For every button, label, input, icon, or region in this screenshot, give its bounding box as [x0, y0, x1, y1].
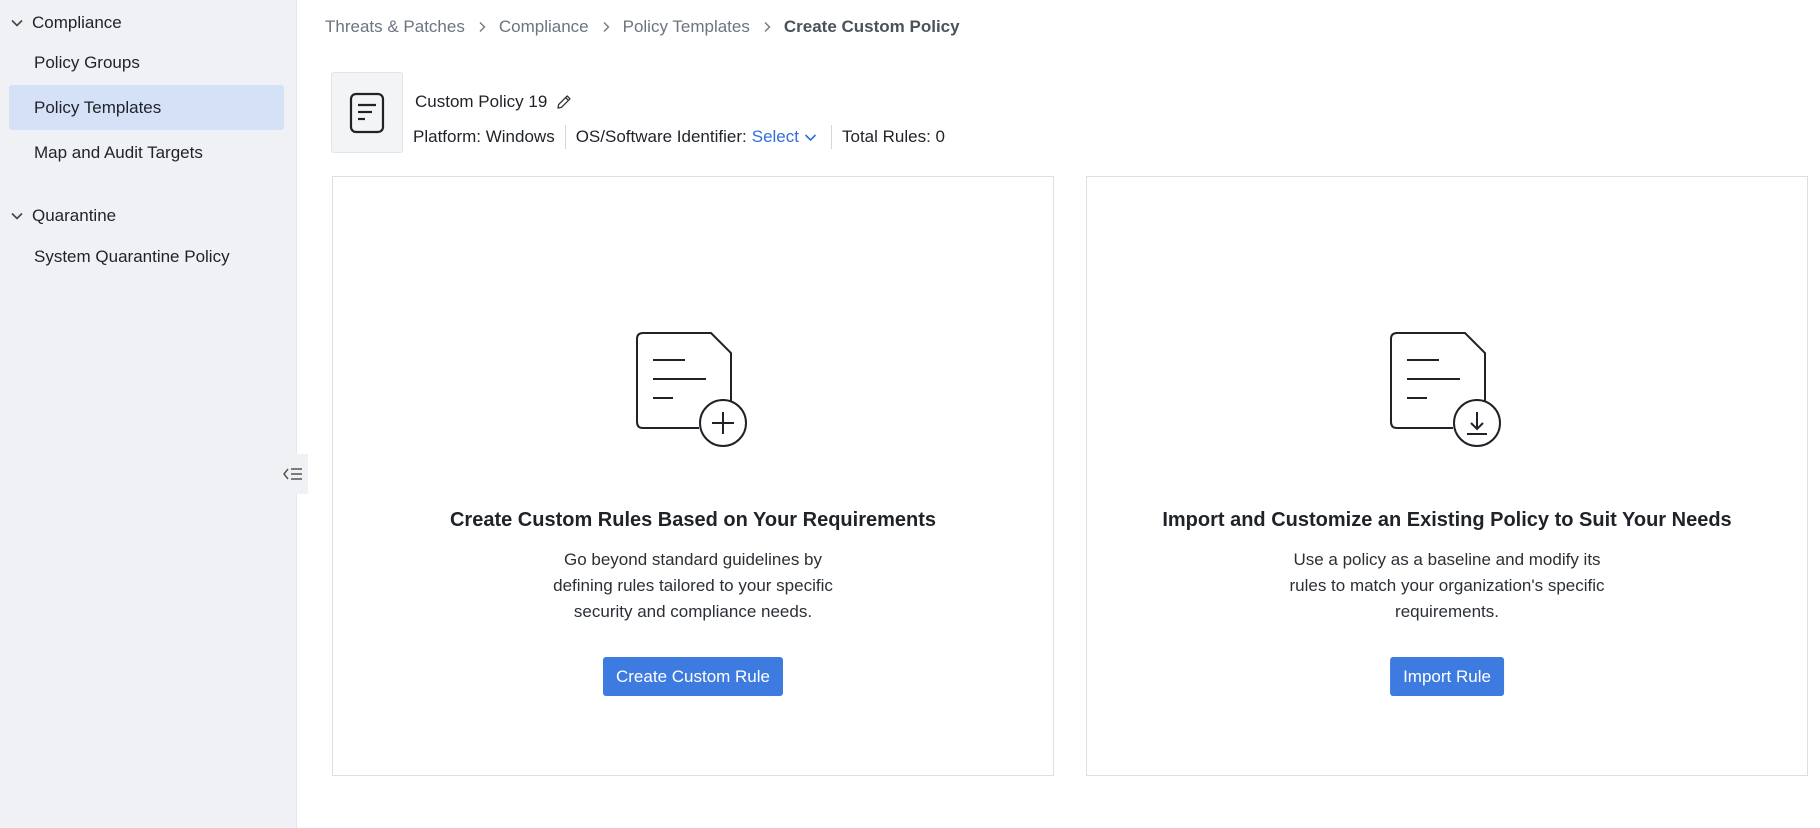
- total-rules: Total Rules: 0: [841, 127, 945, 146]
- import-policy-card: Import and Customize an Existing Policy …: [1086, 176, 1808, 776]
- document-plus-icon: [636, 332, 747, 447]
- sidebar-item-system-quarantine-policy[interactable]: System Quarantine Policy: [9, 234, 284, 279]
- divider: [830, 125, 832, 149]
- document-icon: [349, 92, 385, 133]
- chevron-down-icon: [11, 19, 23, 27]
- card-description: Use a policy as a baseline and modify it…: [1287, 547, 1607, 625]
- os-identifier-label: OS/Software Identifier:: [575, 127, 747, 146]
- sidebar-section-label: Compliance: [32, 13, 122, 32]
- card-description-line: rules to match your organization's speci…: [1289, 576, 1605, 595]
- collapse-sidebar-icon: [283, 468, 302, 480]
- card-description-line: requirements.: [1395, 602, 1499, 621]
- sidebar-item-label: Map and Audit Targets: [34, 142, 203, 162]
- sidebar-item-policy-templates[interactable]: Policy Templates: [9, 85, 284, 130]
- card-title: Import and Customize an Existing Policy …: [1162, 509, 1732, 531]
- card-description-line: security and compliance needs.: [573, 602, 813, 621]
- divider: [564, 125, 566, 149]
- import-rule-button[interactable]: Import Rule: [1390, 657, 1504, 696]
- os-identifier-select[interactable]: Select: [752, 127, 817, 147]
- breadcrumb-current: Create Custom Policy: [783, 17, 960, 36]
- sidebar: Compliance Policy Groups Policy Template…: [0, 0, 297, 828]
- card-description-line: Use a policy as a baseline and modify it…: [1293, 550, 1601, 569]
- policy-icon-box: [331, 72, 403, 153]
- chevron-right-icon: [764, 22, 771, 32]
- sidebar-item-label: Policy Templates: [34, 97, 162, 117]
- breadcrumb-link-policy-templates[interactable]: Policy Templates: [623, 17, 750, 37]
- collapse-sidebar-button[interactable]: [278, 454, 308, 494]
- sidebar-section-label: Quarantine: [32, 206, 117, 225]
- card-description-line: defining rules tailored to your specific: [553, 576, 833, 595]
- pencil-icon[interactable]: [555, 93, 573, 111]
- breadcrumb-link-compliance[interactable]: Compliance: [499, 17, 589, 37]
- create-custom-rules-card: Create Custom Rules Based on Your Requir…: [332, 176, 1054, 776]
- chevron-right-icon: [603, 22, 610, 32]
- card-description-line: Go beyond standard guidelines by: [563, 550, 822, 569]
- sidebar-item-label: System Quarantine Policy: [34, 246, 230, 266]
- sidebar-item-label: Policy Groups: [34, 52, 140, 72]
- card-title: Create Custom Rules Based on Your Requir…: [449, 509, 937, 531]
- policy-name: Custom Policy 19: [415, 92, 548, 111]
- chevron-down-icon: [11, 212, 23, 220]
- breadcrumb-link-threats-patches[interactable]: Threats & Patches: [325, 17, 465, 37]
- create-custom-rule-button[interactable]: Create Custom Rule: [602, 657, 784, 696]
- chevron-right-icon: [479, 22, 486, 32]
- sidebar-section-quarantine[interactable]: Quarantine: [0, 201, 116, 231]
- card-description: Go beyond standard guidelines by definin…: [533, 547, 853, 625]
- document-download-icon: [1390, 332, 1501, 447]
- policy-meta-row: Platform: Windows OS/Software Identifier…: [413, 124, 945, 150]
- os-identifier-value: Select: [751, 127, 799, 146]
- sidebar-item-map-and-audit-targets[interactable]: Map and Audit Targets: [9, 130, 284, 175]
- sidebar-item-policy-groups[interactable]: Policy Groups: [9, 40, 284, 85]
- policy-name-row: Custom Policy 19: [415, 92, 573, 112]
- chevron-down-icon: [804, 133, 817, 141]
- sidebar-section-compliance[interactable]: Compliance: [0, 8, 122, 38]
- platform-label: Platform: Windows: [413, 127, 555, 146]
- breadcrumb: Threats & Patches Compliance Policy Temp…: [325, 17, 960, 37]
